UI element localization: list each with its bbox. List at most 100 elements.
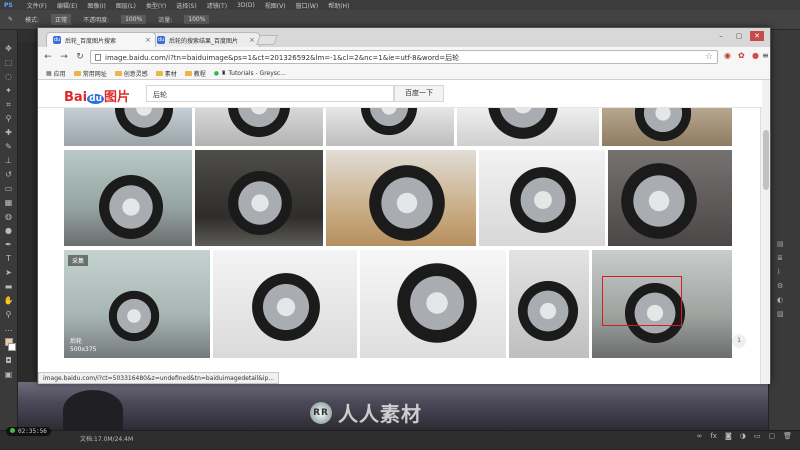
extension-red-icon[interactable]: ● xyxy=(752,51,759,60)
menu-type[interactable]: 类型(Y) xyxy=(146,1,166,10)
history-brush-icon[interactable]: ↺ xyxy=(4,170,14,179)
quick-mask-icon[interactable]: ◘ xyxy=(4,356,14,365)
type-tool-icon[interactable]: T xyxy=(4,254,14,263)
chrome-menu-icon[interactable]: ≡ xyxy=(762,51,769,60)
image-result[interactable] xyxy=(64,150,192,246)
panel-styles-icon[interactable]: ▨ xyxy=(777,310,784,318)
menu-image[interactable]: 图像(I) xyxy=(87,1,105,10)
trash-icon[interactable]: 🗑 xyxy=(783,432,792,440)
pen-tool-icon[interactable]: ✒ xyxy=(4,240,14,249)
link-layers-icon[interactable]: ∞ xyxy=(697,432,703,440)
panel-paths-icon[interactable]: ⌇ xyxy=(777,268,784,276)
image-result[interactable] xyxy=(457,108,599,146)
dodge-tool-icon[interactable]: ● xyxy=(4,226,14,235)
address-bar[interactable]: image.baidu.com/i?tn=baiduimage&ps=1&ct=… xyxy=(90,50,718,64)
bookmark-greyscale[interactable]: ● ♜ Tutorials - Greysc... xyxy=(214,70,286,77)
status-url-bar: image.baidu.com/i?ct=503316480&z=undefin… xyxy=(38,372,280,384)
adjustment-layer-icon[interactable]: ◑ xyxy=(740,432,746,440)
more-tools-icon[interactable]: … xyxy=(4,324,14,333)
menu-file[interactable]: 文件(F) xyxy=(27,1,47,10)
image-result[interactable] xyxy=(592,250,732,358)
tab-baidu-search[interactable]: du 后轮_百度图片搜索 × xyxy=(46,32,156,47)
menu-help[interactable]: 帮助(H) xyxy=(328,1,349,10)
panel-adjust-icon[interactable]: ◐ xyxy=(777,296,784,304)
menu-edit[interactable]: 编辑(E) xyxy=(57,1,77,10)
menu-3d[interactable]: 3D(D) xyxy=(237,2,255,9)
extension-pinterest-icon[interactable]: ◉ xyxy=(724,51,731,60)
bookmark-common-sites[interactable]: 常用网址 xyxy=(73,69,107,78)
close-window-icon[interactable]: ✕ xyxy=(750,31,764,41)
document-info[interactable]: 文档:17.0M/24.4M xyxy=(80,434,133,443)
move-tool-icon[interactable]: ✥ xyxy=(4,44,14,53)
menu-select[interactable]: 选择(S) xyxy=(176,1,197,10)
bookmark-apps[interactable]: ▦ 应用 xyxy=(46,69,66,78)
bookmark-materials[interactable]: 素材 xyxy=(155,69,177,78)
forward-icon[interactable]: → xyxy=(58,52,70,62)
bookmark-inspiration[interactable]: 创意灵感 xyxy=(114,69,148,78)
panel-layers-icon[interactable]: ▤ xyxy=(777,240,784,248)
image-result[interactable] xyxy=(509,250,589,358)
magic-wand-icon[interactable]: ✦ xyxy=(4,86,14,95)
image-result-hovered[interactable]: 采集 后轮 500x375 xyxy=(64,250,210,358)
mode-select[interactable]: 正常 xyxy=(51,14,72,25)
page-info-icon[interactable] xyxy=(95,54,101,61)
close-tab-icon[interactable]: × xyxy=(145,36,151,44)
bookmark-star-icon[interactable]: ☆ xyxy=(705,52,713,62)
image-result[interactable] xyxy=(602,108,732,146)
image-result[interactable] xyxy=(326,108,454,146)
healing-brush-icon[interactable]: ✚ xyxy=(4,128,14,137)
menu-filter[interactable]: 滤镜(T) xyxy=(207,1,227,10)
image-result[interactable] xyxy=(195,150,323,246)
image-result[interactable] xyxy=(360,250,506,358)
maximize-icon[interactable]: ▢ xyxy=(732,31,746,41)
image-result[interactable] xyxy=(608,150,732,246)
menu-window[interactable]: 窗口(W) xyxy=(296,1,319,10)
panel-channels-icon[interactable]: ≣ xyxy=(777,254,784,262)
new-layer-icon[interactable]: ▢ xyxy=(768,432,775,440)
scrollbar-thumb[interactable] xyxy=(763,130,769,190)
menu-view[interactable]: 视图(V) xyxy=(265,1,286,10)
stamp-tool-icon[interactable]: ⊥ xyxy=(4,156,14,165)
image-result[interactable] xyxy=(326,150,476,246)
lasso-tool-icon[interactable]: ◌ xyxy=(4,72,14,81)
image-result[interactable] xyxy=(213,250,357,358)
new-tab-button[interactable] xyxy=(256,35,278,45)
image-result[interactable] xyxy=(64,108,192,146)
image-result[interactable] xyxy=(195,108,323,146)
fx-icon[interactable]: fx xyxy=(710,432,717,440)
collect-button[interactable]: 采集 xyxy=(68,255,89,266)
bookmark-tutorials-folder[interactable]: 教程 xyxy=(184,69,206,78)
close-tab-icon[interactable]: × xyxy=(249,36,255,44)
search-button[interactable]: 百度一下 xyxy=(394,85,444,102)
page-indicator[interactable]: 1 xyxy=(732,334,746,348)
add-mask-icon[interactable]: ◙ xyxy=(725,432,732,440)
gradient-tool-icon[interactable]: ▦ xyxy=(4,198,14,207)
back-icon[interactable]: ← xyxy=(42,52,54,62)
minimize-icon[interactable]: – xyxy=(714,31,728,41)
search-input[interactable]: 后轮 xyxy=(146,85,394,102)
flow-field[interactable]: 100% xyxy=(184,15,210,24)
path-select-icon[interactable]: ➤ xyxy=(4,268,14,277)
eyedropper-icon[interactable]: ⚲ xyxy=(4,114,14,123)
shape-tool-icon[interactable]: ▬ xyxy=(4,282,14,291)
opacity-field[interactable]: 100% xyxy=(121,15,147,24)
screen-mode-icon[interactable]: ▣ xyxy=(4,370,14,379)
hand-tool-icon[interactable]: ✋ xyxy=(4,296,14,305)
marquee-tool-icon[interactable]: ⬚ xyxy=(4,58,14,67)
reload-icon[interactable]: ↻ xyxy=(74,52,86,62)
image-result[interactable] xyxy=(479,150,605,246)
eraser-tool-icon[interactable]: ▭ xyxy=(4,184,14,193)
tab-baidu-results[interactable]: du 后轮的搜索结果_百度图片 × xyxy=(150,32,260,47)
extension-huaban-icon[interactable]: ✿ xyxy=(738,51,745,60)
panel-properties-icon[interactable]: ⚙ xyxy=(777,282,784,290)
brush-tool-icon[interactable]: ✎ xyxy=(4,142,14,151)
blur-tool-icon[interactable]: ◍ xyxy=(4,212,14,221)
new-group-icon[interactable]: ▭ xyxy=(754,432,761,440)
zoom-tool-icon[interactable]: ⚲ xyxy=(4,310,14,319)
crop-tool-icon[interactable]: ⌗ xyxy=(4,100,14,109)
brush-icon[interactable]: ✎ xyxy=(8,16,13,23)
page-scrollbar[interactable] xyxy=(760,80,770,384)
baidu-logo[interactable]: Bai du 图片 xyxy=(64,86,130,105)
background-color-swatch[interactable] xyxy=(7,343,16,351)
menu-layer[interactable]: 图层(L) xyxy=(116,1,136,10)
